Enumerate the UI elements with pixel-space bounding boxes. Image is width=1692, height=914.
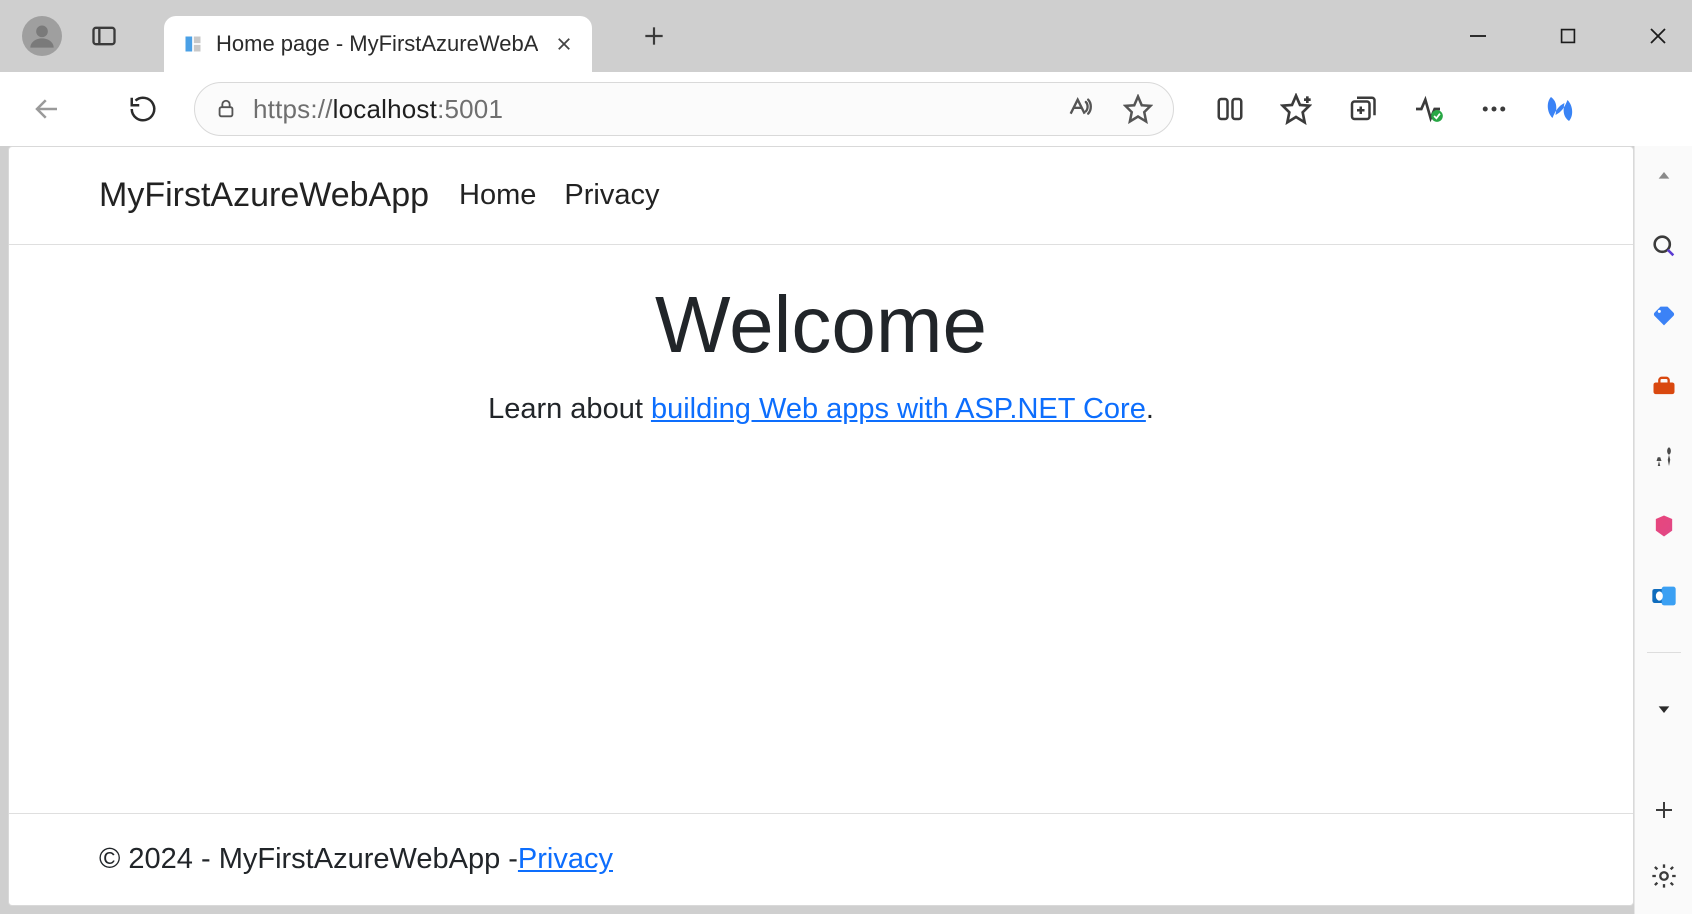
footer-text: © 2024 - MyFirstAzureWebApp - <box>99 843 518 876</box>
more-menu-icon[interactable] <box>1476 91 1512 127</box>
refresh-button[interactable] <box>116 82 170 136</box>
lead-prefix: Learn about <box>488 393 651 425</box>
sidebar-add-icon[interactable] <box>1644 790 1684 830</box>
page-header: MyFirstAzureWebApp Home Privacy <box>9 147 1633 245</box>
footer-privacy-link[interactable]: Privacy <box>518 843 613 876</box>
sidebar-tools-icon[interactable] <box>1644 366 1684 406</box>
favorites-star-icon[interactable] <box>1121 92 1155 126</box>
sidebar-expand-icon[interactable] <box>1644 689 1684 729</box>
learn-link[interactable]: building Web apps with ASP.NET Core <box>651 393 1146 425</box>
nav-privacy[interactable]: Privacy <box>564 179 659 212</box>
toolbar-right <box>1212 91 1578 127</box>
page-main: Welcome Learn about building Web apps wi… <box>9 245 1633 813</box>
browser-tab[interactable]: Home page - MyFirstAzureWebA <box>164 16 592 72</box>
new-tab-button[interactable] <box>632 14 676 58</box>
addressbar-actions <box>1063 92 1155 126</box>
window-close-button[interactable] <box>1642 20 1674 52</box>
window-maximize-button[interactable] <box>1552 20 1584 52</box>
copilot-icon[interactable] <box>1542 91 1578 127</box>
sidebar-search-icon[interactable] <box>1644 226 1684 266</box>
split-screen-icon[interactable] <box>1212 91 1248 127</box>
favorites-icon[interactable] <box>1278 91 1314 127</box>
titlebar-left: Home page - MyFirstAzureWebA <box>0 8 676 64</box>
profile-button[interactable] <box>22 16 62 56</box>
sidebar-scroll-up-icon[interactable] <box>1644 156 1684 196</box>
tab-close-button[interactable] <box>550 30 578 58</box>
performance-icon[interactable] <box>1410 91 1446 127</box>
address-bar[interactable]: https://localhost:5001 <box>194 82 1174 136</box>
window-controls <box>1462 0 1674 72</box>
lead-suffix: . <box>1146 393 1154 425</box>
titlebar: Home page - MyFirstAzureWebA <box>0 0 1692 72</box>
page-viewport: MyFirstAzureWebApp Home Privacy Welcome … <box>8 146 1634 906</box>
url-text: https://localhost:5001 <box>253 94 503 125</box>
brand-link[interactable]: MyFirstAzureWebApp <box>99 176 429 215</box>
sidebar-divider <box>1647 652 1681 653</box>
sidebar-games-icon[interactable] <box>1644 436 1684 476</box>
nav-links: Home Privacy <box>459 179 659 212</box>
url-scheme: https:// <box>253 94 333 124</box>
window-minimize-button[interactable] <box>1462 20 1494 52</box>
collections-icon[interactable] <box>1344 91 1380 127</box>
tab-favicon-icon <box>182 33 204 55</box>
sidebar-shopping-icon[interactable] <box>1644 296 1684 336</box>
url-port: :5001 <box>437 94 503 124</box>
sidebar-settings-icon[interactable] <box>1644 856 1684 896</box>
lead-paragraph: Learn about building Web apps with ASP.N… <box>488 393 1154 426</box>
tab-actions-button[interactable] <box>84 16 124 56</box>
read-aloud-icon[interactable] <box>1063 92 1097 126</box>
sidebar-m365-icon[interactable] <box>1644 506 1684 546</box>
browser-toolbar: https://localhost:5001 <box>0 72 1692 146</box>
tab-title: Home page - MyFirstAzureWebA <box>216 31 538 57</box>
edge-sidebar <box>1634 146 1692 914</box>
site-info-icon[interactable] <box>213 96 239 122</box>
url-host: localhost <box>333 94 437 124</box>
nav-home[interactable]: Home <box>459 179 536 212</box>
sidebar-outlook-icon[interactable] <box>1644 576 1684 616</box>
page-footer: © 2024 - MyFirstAzureWebApp - Privacy <box>9 813 1633 905</box>
welcome-heading: Welcome <box>655 279 987 371</box>
back-button[interactable] <box>20 82 74 136</box>
